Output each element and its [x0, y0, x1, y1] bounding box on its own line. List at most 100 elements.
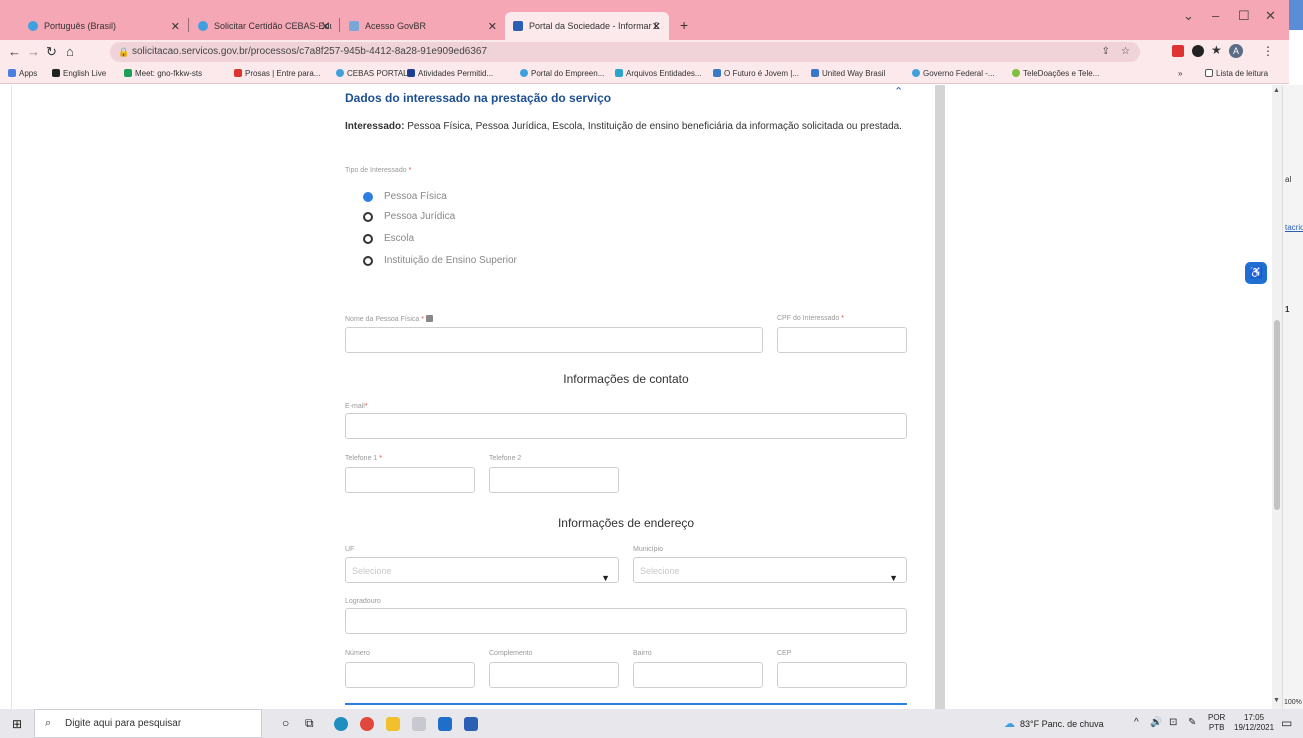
cpf-input[interactable] — [777, 327, 907, 353]
url-input[interactable]: 🔒 solicitacao.servicos.gov.br/processos/… — [110, 42, 1140, 62]
extensions-puzzle-icon[interactable]: ★ — [1211, 43, 1222, 57]
favicon-icon — [198, 21, 208, 31]
tel2-input[interactable] — [489, 467, 619, 493]
bookmark-cebas-portal[interactable]: CEBAS PORTAL — [336, 69, 408, 78]
volume-icon[interactable]: 🔊 — [1150, 717, 1162, 728]
email-input[interactable] — [345, 413, 907, 439]
bairro-input[interactable] — [633, 662, 763, 688]
bookmark-meet[interactable]: Meet: gno-fkkw-sts — [124, 69, 202, 78]
file-explorer-icon[interactable] — [386, 717, 400, 731]
bookmark-arquivos[interactable]: Arquivos Entidades... — [615, 69, 702, 78]
radio-pessoa-juridica[interactable]: Pessoa Jurídica — [363, 211, 455, 222]
scroll-down-icon[interactable]: ▼ — [1273, 697, 1280, 704]
radio-selected-icon — [363, 191, 373, 202]
nome-input[interactable] — [345, 327, 763, 353]
taskbar-search-input[interactable]: ⌕ Digite aqui para pesquisar — [34, 709, 262, 738]
chrome-icon[interactable] — [360, 717, 374, 731]
paint-icon[interactable] — [412, 717, 426, 731]
radio-instituicao-ensino-superior[interactable]: Instituição de Ensino Superior — [363, 255, 517, 266]
right-panel: ♿ — [945, 85, 1272, 709]
tray-chevron-icon[interactable]: ^ — [1134, 717, 1139, 728]
bookmark-label: Prosas | Entre para... — [245, 69, 321, 78]
radio-pessoa-fisica[interactable]: Pessoa Física — [363, 191, 447, 202]
network-icon[interactable]: ⊡ — [1169, 717, 1177, 728]
bookmark-label: Portal do Empreen... — [531, 69, 605, 78]
bookmark-star-icon[interactable]: ☆ — [1121, 42, 1130, 62]
bookmark-united-way[interactable]: United Way Brasil — [811, 69, 885, 78]
cep-input[interactable] — [777, 662, 907, 688]
tab-portugues[interactable]: Português (Brasil) ✕ — [20, 12, 188, 40]
task-view-icon[interactable]: ⧉ — [305, 716, 314, 731]
municipio-select[interactable]: Selecione ▼ — [633, 557, 907, 583]
profile-avatar[interactable]: A — [1229, 44, 1243, 58]
radio-escola[interactable]: Escola — [363, 233, 414, 244]
back-icon[interactable]: ← — [8, 44, 21, 59]
weather-text[interactable]: 83°F Panc. de chuva — [1020, 719, 1104, 729]
close-tab-icon[interactable]: ✕ — [652, 20, 661, 33]
bookmark-label: Atividades Permitid... — [418, 69, 494, 78]
tab-search-icon[interactable]: ⌄ — [1183, 8, 1194, 24]
bookmark-prosas[interactable]: Prosas | Entre para... — [234, 69, 320, 78]
bookmark-governo-federal[interactable]: Governo Federal -... — [912, 69, 995, 78]
edge-icon[interactable] — [334, 717, 348, 731]
close-tab-icon[interactable]: ✕ — [171, 20, 180, 33]
close-tab-icon[interactable]: ✕ — [488, 20, 497, 33]
word-icon[interactable] — [464, 717, 478, 731]
bookmark-futuro-jovem[interactable]: O Futuro é Jovem |... — [713, 69, 799, 78]
forward-icon[interactable]: → — [27, 44, 40, 59]
accessibility-icon[interactable]: ♿ — [1245, 262, 1267, 284]
extension-icon[interactable] — [1192, 45, 1204, 57]
tab-acesso-govbr[interactable]: Acesso GovBR ✕ — [341, 12, 505, 40]
pdf-extension-icon[interactable] — [1172, 45, 1184, 57]
reload-icon[interactable]: ↻ — [46, 44, 57, 60]
new-tab-icon[interactable]: + — [680, 17, 688, 33]
bookmark-portal-empreendedor[interactable]: Portal do Empreen... — [520, 69, 604, 78]
tab-title: Português (Brasil) — [44, 21, 117, 31]
zoom-level: 100% — [1284, 699, 1302, 706]
cortana-icon[interactable]: ○ — [282, 716, 289, 730]
pen-icon[interactable]: ✎ — [1188, 717, 1196, 728]
intro-bold: Interessado: — [345, 121, 405, 132]
complemento-input[interactable] — [489, 662, 619, 688]
clipped-text: al — [1285, 175, 1292, 184]
maximize-icon[interactable]: ☐ — [1238, 8, 1250, 24]
required-mark: * — [841, 315, 844, 322]
site-icon — [713, 69, 721, 77]
uf-select[interactable]: Selecione ▼ — [345, 557, 619, 583]
home-icon[interactable]: ⌂ — [66, 44, 74, 59]
share-icon[interactable]: ⇪ — [1102, 42, 1110, 62]
notifications-icon[interactable]: ▭ — [1281, 716, 1292, 730]
logradouro-input[interactable] — [345, 608, 907, 634]
windows-start-icon[interactable]: ⊞ — [12, 717, 22, 731]
radio-label: Escola — [384, 233, 415, 244]
tab-solicitar-certidao[interactable]: Solicitar Certidão CEBAS-Educaç ✕ — [190, 12, 338, 40]
reading-list[interactable]: Lista de leitura — [1205, 69, 1268, 78]
bookmark-apps[interactable]: Apps — [8, 69, 37, 78]
numero-input[interactable] — [345, 662, 475, 688]
outlook-icon[interactable] — [438, 717, 452, 731]
tel1-label: Telefone 1 * — [345, 455, 382, 462]
bookmark-teledoacoes[interactable]: TeleDoações e Tele... — [1012, 69, 1099, 78]
language-indicator[interactable]: POR PTB — [1208, 713, 1225, 733]
panel-divider[interactable] — [935, 85, 945, 709]
bookmarks-overflow-icon[interactable]: » — [1178, 69, 1182, 78]
scrollbar-thumb[interactable] — [1274, 320, 1280, 510]
close-window-icon[interactable]: ✕ — [1265, 8, 1276, 24]
tel1-input[interactable] — [345, 467, 475, 493]
menu-kebab-icon[interactable]: ⋮ — [1262, 44, 1274, 58]
section-title: Dados do interessado na prestação do ser… — [345, 91, 612, 105]
cpf-label: CPF do Interessado * — [777, 315, 844, 322]
email-label: E-mail* — [345, 403, 368, 410]
info-icon[interactable] — [425, 315, 433, 322]
scroll-up-icon[interactable]: ▲ — [1273, 87, 1280, 94]
tab-portal-sociedade[interactable]: Portal da Sociedade - Informar D ✕ — [505, 12, 669, 40]
collapse-chevron-icon[interactable]: ⌃ — [894, 85, 903, 98]
clock[interactable]: 17:05 19/12/2021 — [1234, 713, 1274, 733]
bookmark-english-live[interactable]: English Live — [52, 69, 106, 78]
minimize-icon[interactable]: – — [1212, 8, 1219, 23]
municipio-label: Município — [633, 546, 663, 553]
bookmark-atividades[interactable]: Atividades Permitid... — [407, 69, 493, 78]
tab-title: Acesso GovBR — [365, 21, 427, 31]
tab-divider — [339, 18, 340, 32]
close-tab-icon[interactable]: ✕ — [321, 20, 330, 33]
